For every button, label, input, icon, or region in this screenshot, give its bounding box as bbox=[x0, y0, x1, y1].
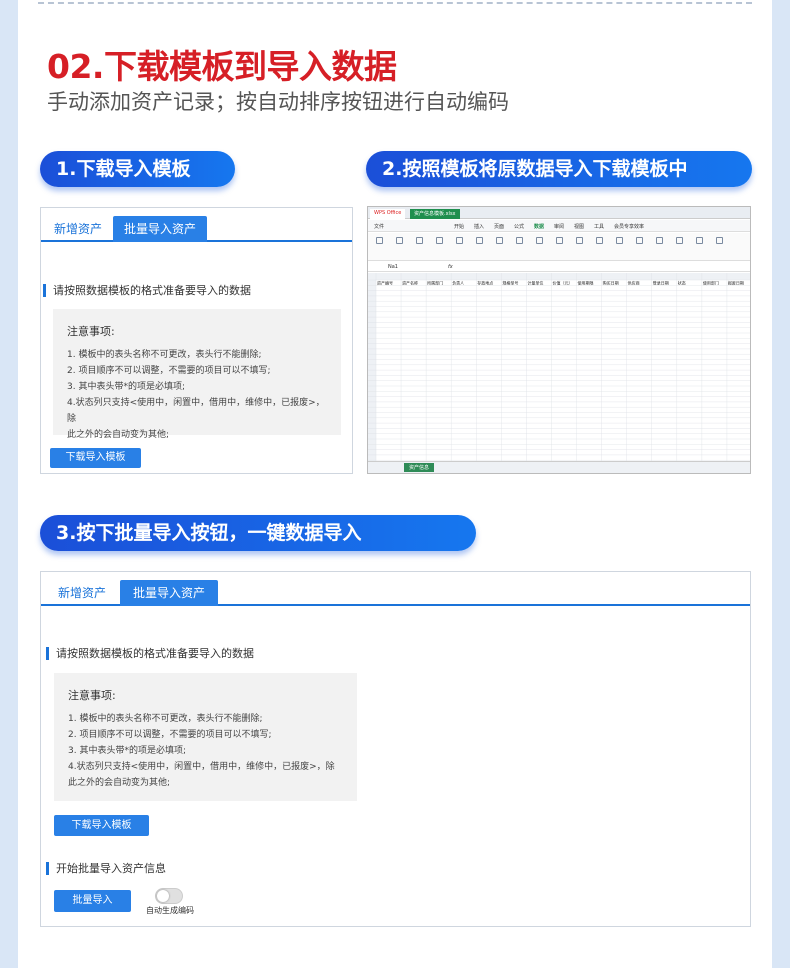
menu-item[interactable]: 视图 bbox=[574, 223, 584, 230]
menu-item[interactable]: 开始 bbox=[454, 223, 464, 230]
fx-icon: fx bbox=[448, 264, 453, 270]
notes-box: 注意事项: 1. 模板中的表头名称不可更改，表头行不能删除; 2. 项目顺序不可… bbox=[53, 309, 341, 440]
sheet-grid-lines: 资产编号 资产名称 所属部门 负责人 存放地点 规格型号 计量单位 价值（元） 使用期限 购买日期… bbox=[368, 273, 750, 463]
menu-item[interactable]: 工具 bbox=[594, 223, 604, 230]
spreadsheet-menubar: 文件 开始 插入 页面 公式 数据 审阅 视图 工具 会员专享 效率 bbox=[368, 220, 750, 232]
section-start-heading: 开始批量导入资产信息 bbox=[46, 862, 166, 875]
column-header-cell[interactable]: 购买日期 bbox=[603, 279, 619, 285]
batch-import-button[interactable]: 批量导入 bbox=[54, 890, 131, 912]
toolbar-icon[interactable] bbox=[376, 237, 383, 244]
page-subtitle: 手动添加资产记录；按自动排序按钮进行自动编码 bbox=[47, 90, 509, 114]
column-header-cell[interactable]: 价值（元） bbox=[552, 279, 572, 285]
toolbar-icon[interactable] bbox=[716, 237, 723, 244]
spreadsheet-toolbar bbox=[368, 233, 750, 261]
note-line: 此之外的会自动变为其他; bbox=[67, 430, 170, 440]
step-1-banner: 1.下载导入模板 bbox=[40, 151, 235, 187]
tab-bar: 新增资产 批量导入资产 bbox=[41, 208, 352, 242]
column-header-cell[interactable]: 存放地点 bbox=[477, 279, 493, 285]
menu-item[interactable]: 数据 bbox=[534, 223, 544, 230]
notes-title: 注意事项: bbox=[67, 325, 115, 338]
row-number-bar bbox=[368, 273, 376, 463]
tab-bar: 新增资产 批量导入资产 bbox=[41, 572, 750, 606]
tab-add-asset[interactable]: 新增资产 bbox=[49, 580, 115, 606]
toolbar-icon[interactable] bbox=[456, 237, 463, 244]
toolbar-icon[interactable] bbox=[476, 237, 483, 244]
column-header-cell[interactable]: 使用部门 bbox=[703, 279, 719, 285]
page-title: 02.下载模板到导入数据 bbox=[47, 47, 397, 86]
note-line: 4.状态列只支持<使用中，闲置中，借用中，维修中，已报废>，除 bbox=[67, 398, 325, 424]
section-prepare-heading: 请按照数据模板的格式准备要导入的数据 bbox=[43, 284, 251, 297]
note-line: 4.状态列只支持<使用中，闲置中，借用中，维修中，已报废>，除 bbox=[68, 762, 335, 772]
note-line: 1. 模板中的表头名称不可更改，表头行不能删除; bbox=[68, 714, 263, 724]
toolbar-icon[interactable] bbox=[616, 237, 623, 244]
formula-bar: Na1 fx bbox=[368, 262, 750, 272]
notes-title: 注意事项: bbox=[68, 689, 116, 702]
toolbar-icon[interactable] bbox=[696, 237, 703, 244]
note-line: 2. 项目顺序不可以调整，不需要的项目可以不填写; bbox=[67, 366, 271, 376]
toolbar-icon[interactable] bbox=[576, 237, 583, 244]
toolbar-icon[interactable] bbox=[436, 237, 443, 244]
column-header-cell[interactable]: 登录日期 bbox=[653, 279, 669, 285]
auto-code-toggle[interactable] bbox=[155, 888, 183, 904]
column-header-cell[interactable]: 使用期限 bbox=[578, 279, 594, 285]
toolbar-icon[interactable] bbox=[596, 237, 603, 244]
tab-batch-import[interactable]: 批量导入资产 bbox=[120, 580, 218, 606]
toolbar-icon[interactable] bbox=[496, 237, 503, 244]
section-prepare-heading: 请按照数据模板的格式准备要导入的数据 bbox=[46, 647, 254, 660]
toolbar-icon[interactable] bbox=[676, 237, 683, 244]
step-3-banner: 3.按下批量导入按钮，一键数据导入 bbox=[40, 515, 476, 551]
spreadsheet-screenshot: WPS Office 资产信息模板.xlsx 文件 开始 插入 页面 公式 数据 审阅 视图 工… bbox=[367, 206, 751, 474]
tab-add-asset[interactable]: 新增资产 bbox=[47, 216, 109, 242]
import-panel-small: 新增资产 批量导入资产 请按照数据模板的格式准备要导入的数据 注意事项: 1. … bbox=[40, 207, 353, 474]
column-header-cell[interactable]: 资产名称 bbox=[402, 279, 418, 285]
app-tab[interactable]: WPS Office bbox=[370, 209, 406, 219]
menu-item[interactable]: 文件 bbox=[374, 223, 384, 230]
auto-code-label: 自动生成编码 bbox=[146, 906, 194, 915]
toolbar-icon[interactable] bbox=[536, 237, 543, 244]
toolbar-icon[interactable] bbox=[516, 237, 523, 244]
cell-reference[interactable]: Na1 bbox=[388, 264, 398, 270]
tab-batch-import[interactable]: 批量导入资产 bbox=[113, 216, 207, 242]
step-2-banner: 2.按照模板将原数据导入下载模板中 bbox=[366, 151, 752, 187]
menu-item[interactable]: 会员专享 bbox=[614, 223, 634, 230]
menu-item[interactable]: 插入 bbox=[474, 223, 484, 230]
column-header-cell[interactable]: 规格型号 bbox=[502, 279, 518, 285]
toolbar-icon[interactable] bbox=[656, 237, 663, 244]
menu-item[interactable]: 公式 bbox=[514, 223, 524, 230]
top-divider bbox=[38, 2, 752, 4]
note-line: 3. 其中表头带*的项是必填项; bbox=[68, 746, 186, 756]
menu-item[interactable]: 页面 bbox=[494, 223, 504, 230]
column-header-cell[interactable]: 状态 bbox=[678, 279, 686, 285]
toolbar-icon[interactable] bbox=[396, 237, 403, 244]
toolbar-icon[interactable] bbox=[416, 237, 423, 244]
toolbar-icon[interactable] bbox=[636, 237, 643, 244]
sheet-tabbar: 资产信息 bbox=[368, 461, 750, 473]
note-line: 2. 项目顺序不可以调整，不需要的项目可以不填写; bbox=[68, 730, 272, 740]
note-line: 此之外的会自动变为其他; bbox=[68, 778, 171, 788]
note-line: 3. 其中表头带*的项是必填项; bbox=[67, 382, 185, 392]
toolbar-icon[interactable] bbox=[556, 237, 563, 244]
notes-box: 注意事项: 1. 模板中的表头名称不可更改，表头行不能删除; 2. 项目顺序不可… bbox=[54, 673, 357, 801]
column-header-cell[interactable]: 资产编号 bbox=[377, 279, 393, 285]
sheet-grid[interactable]: 资产编号 资产名称 所属部门 负责人 存放地点 规格型号 计量单位 价值（元） 使用期限 购买日期… bbox=[368, 273, 750, 463]
column-header-cell[interactable]: 报废日期 bbox=[728, 279, 744, 285]
spreadsheet-titlebar: WPS Office 资产信息模板.xlsx bbox=[368, 207, 750, 219]
column-header-cell[interactable]: 负责人 bbox=[452, 279, 464, 285]
column-header-cell[interactable]: 计量单位 bbox=[527, 279, 543, 285]
menu-item[interactable]: 效率 bbox=[634, 223, 644, 230]
column-header-bar bbox=[368, 273, 750, 280]
note-line: 1. 模板中的表头名称不可更改，表头行不能删除; bbox=[67, 350, 262, 360]
sheet-tab[interactable]: 资产信息 bbox=[404, 463, 435, 472]
download-template-button[interactable]: 下载导入模板 bbox=[54, 815, 149, 836]
column-header-cell[interactable]: 供应商 bbox=[628, 279, 640, 285]
column-header-cell[interactable]: 所属部门 bbox=[427, 279, 443, 285]
import-panel-large: 新增资产 批量导入资产 请按照数据模板的格式准备要导入的数据 注意事项: 1. … bbox=[40, 571, 751, 927]
menu-item[interactable]: 审阅 bbox=[554, 223, 564, 230]
file-tab[interactable]: 资产信息模板.xlsx bbox=[410, 209, 460, 219]
download-template-button[interactable]: 下载导入模板 bbox=[50, 448, 141, 468]
